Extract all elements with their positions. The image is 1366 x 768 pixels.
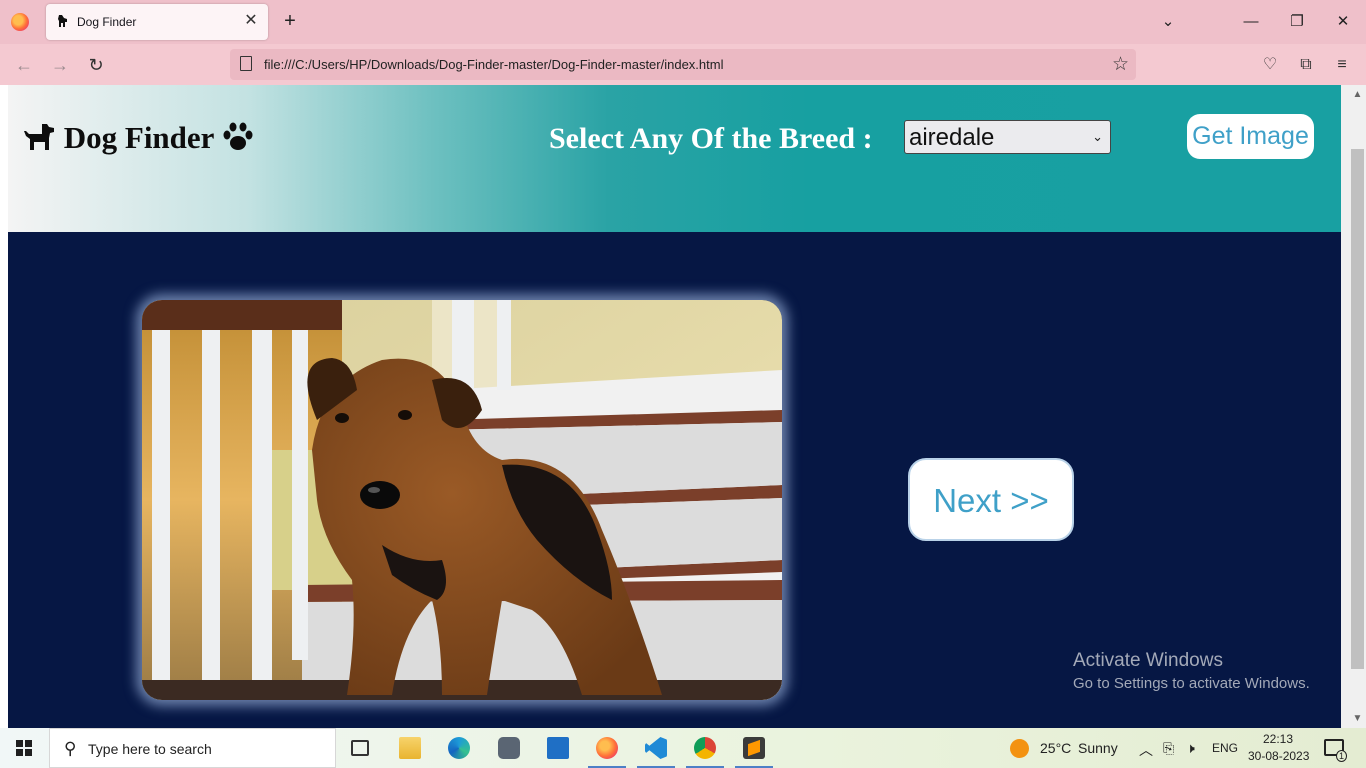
vscode-icon[interactable] bbox=[633, 728, 679, 768]
brand-title: Dog Finder bbox=[63, 120, 214, 155]
page-scrollbar[interactable]: ▲ ▼ bbox=[1349, 85, 1366, 728]
page-viewport: Dog Finder Select Any Of the Breed : air… bbox=[0, 85, 1366, 728]
weather-sun-icon[interactable] bbox=[1010, 739, 1029, 758]
file-explorer-icon[interactable] bbox=[387, 728, 433, 768]
breed-select[interactable]: airedale ⌄ bbox=[904, 120, 1111, 154]
watermark-subtitle: Go to Settings to activate Windows. bbox=[1073, 675, 1310, 692]
firefox-menu-icon[interactable] bbox=[11, 13, 29, 31]
url-text[interactable]: file:///C:/Users/HP/Downloads/Dog-Finder… bbox=[264, 57, 723, 72]
new-tab-icon[interactable]: + bbox=[280, 11, 300, 31]
dog-photo bbox=[142, 300, 782, 700]
activate-windows-watermark: Activate Windows Go to Settings to activ… bbox=[1073, 650, 1310, 692]
forward-icon[interactable]: → bbox=[49, 54, 71, 76]
weather-text[interactable]: Sunny bbox=[1078, 740, 1118, 756]
bookmark-star-icon[interactable]: ☆ bbox=[1112, 53, 1129, 76]
next-button[interactable]: Next >> bbox=[908, 458, 1074, 541]
extensions-icon[interactable]: ⧉ bbox=[1295, 54, 1317, 76]
brand: Dog Finder bbox=[22, 120, 254, 156]
close-window-icon[interactable]: ✕ bbox=[1333, 12, 1353, 32]
hamburger-menu-icon[interactable]: ≡ bbox=[1331, 54, 1353, 76]
dog-icon bbox=[24, 124, 54, 150]
minimize-icon[interactable]: — bbox=[1241, 12, 1261, 32]
dog-image bbox=[142, 300, 782, 700]
watermark-title: Activate Windows bbox=[1073, 650, 1223, 671]
page-header: Dog Finder Select Any Of the Breed : air… bbox=[8, 85, 1341, 232]
notification-count: 1 bbox=[1336, 750, 1348, 762]
page-icon bbox=[240, 56, 252, 71]
clock-date[interactable]: 30-08-2023 bbox=[1248, 749, 1309, 763]
close-tab-icon[interactable]: ✕ bbox=[242, 12, 260, 30]
reload-icon[interactable]: ↻ bbox=[85, 54, 107, 76]
windows-start-icon[interactable] bbox=[16, 740, 32, 756]
clock-time[interactable]: 22:13 bbox=[1263, 732, 1293, 746]
firefox-icon[interactable] bbox=[584, 728, 630, 768]
scroll-up-icon[interactable]: ▲ bbox=[1352, 89, 1363, 100]
chrome-icon[interactable] bbox=[682, 728, 728, 768]
speaker-muted-icon[interactable]: 🕨 bbox=[1186, 740, 1195, 757]
taskbar-search[interactable]: ⚲ Type here to search bbox=[49, 728, 336, 768]
main-content: Next >> Activate Windows Go to Settings … bbox=[8, 232, 1341, 728]
task-view-icon[interactable] bbox=[337, 728, 383, 768]
get-image-button-label: Get Image bbox=[1192, 122, 1309, 150]
tab-title: Dog Finder bbox=[77, 15, 137, 29]
dog-favicon-icon bbox=[58, 15, 67, 27]
back-icon[interactable]: ← bbox=[13, 54, 35, 76]
search-placeholder: Type here to search bbox=[88, 741, 212, 757]
sublime-icon[interactable] bbox=[731, 728, 777, 768]
browser-nav-bar: ← → ↻ file:///C:/Users/HP/Downloads/Dog-… bbox=[0, 44, 1366, 85]
tab-dog-finder[interactable]: Dog Finder ✕ bbox=[46, 4, 268, 40]
breed-select-value: airedale bbox=[909, 124, 995, 151]
page-margin bbox=[0, 85, 8, 728]
camera-icon[interactable] bbox=[486, 728, 532, 768]
language-indicator[interactable]: ENG bbox=[1212, 741, 1238, 755]
url-bar[interactable]: file:///C:/Users/HP/Downloads/Dog-Finder… bbox=[230, 49, 1136, 80]
chevron-up-icon[interactable]: ︿ bbox=[1139, 740, 1153, 760]
search-icon: ⚲ bbox=[64, 739, 77, 758]
list-all-tabs-icon[interactable]: ⌄ bbox=[1158, 12, 1178, 32]
get-image-button[interactable]: Get Image bbox=[1187, 114, 1314, 159]
weather-temp[interactable]: 25°C bbox=[1040, 740, 1071, 756]
breed-label: Select Any Of the Breed : bbox=[549, 122, 873, 155]
paw-icon bbox=[223, 122, 253, 150]
restore-icon[interactable]: ❐ bbox=[1287, 12, 1307, 32]
scrollbar-thumb[interactable] bbox=[1351, 149, 1364, 669]
windows-taskbar: ⚲ Type here to search 25°C Sunny ︿ ⎘ 🕨 E… bbox=[0, 728, 1366, 768]
scroll-down-icon[interactable]: ▼ bbox=[1352, 713, 1363, 724]
chevron-down-icon: ⌄ bbox=[1092, 129, 1103, 144]
mail-icon[interactable] bbox=[535, 728, 581, 768]
browser-tab-bar: Dog Finder ✕ + ⌄ — ❐ ✕ bbox=[0, 0, 1366, 44]
next-button-label: Next >> bbox=[933, 482, 1049, 519]
network-icon[interactable]: ⎘ bbox=[1163, 740, 1174, 757]
pocket-icon[interactable]: ♡ bbox=[1259, 54, 1281, 76]
edge-icon[interactable] bbox=[436, 728, 482, 768]
